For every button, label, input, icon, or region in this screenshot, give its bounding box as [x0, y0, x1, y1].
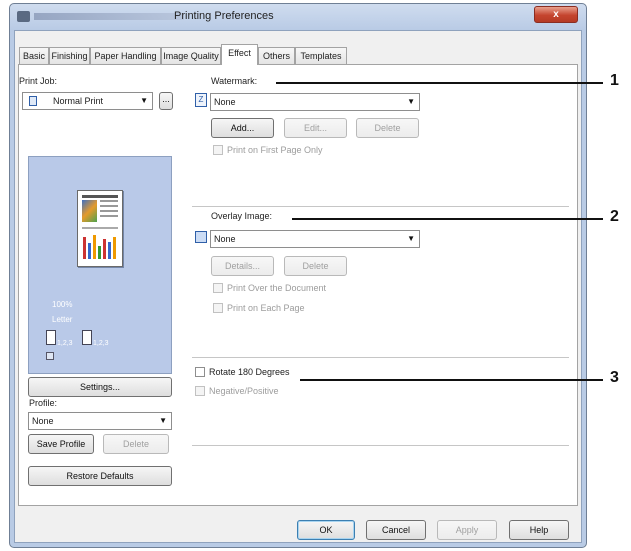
- print-each-page-label: Print on Each Page: [227, 303, 305, 313]
- tab-image-quality[interactable]: Image Quality: [161, 47, 221, 64]
- dropdown-arrow-icon: ▼: [159, 416, 167, 425]
- collate-icon: [46, 330, 56, 345]
- print-first-page-only-checkbox[interactable]: [213, 145, 223, 155]
- staple-icon: [82, 330, 92, 345]
- effect-tab-panel: Print Job: Normal Print ▼ ... 100% Lette…: [18, 64, 578, 506]
- overlay-image-label: Overlay Image:: [211, 211, 273, 221]
- callout-line-1: [276, 82, 603, 84]
- callout-line-2: [292, 218, 603, 220]
- zoom-level: 100%: [52, 300, 73, 309]
- print-job-value: Normal Print: [53, 96, 104, 106]
- duplex-icon: [46, 352, 54, 360]
- print-over-document-checkbox[interactable]: [213, 283, 223, 293]
- print-each-page-checkbox[interactable]: [213, 303, 223, 313]
- watermark-add-button[interactable]: Add...: [211, 118, 274, 138]
- divider: [192, 357, 569, 358]
- overlay-image-icon: [195, 231, 207, 243]
- overlay-details-button[interactable]: Details...: [211, 256, 274, 276]
- negative-positive-label: Negative/Positive: [209, 386, 279, 396]
- page-thumbnail: [77, 190, 123, 267]
- print-job-select[interactable]: Normal Print ▼: [22, 92, 153, 110]
- overlay-image-value: None: [214, 234, 236, 244]
- rotate-180-checkbox[interactable]: [195, 367, 205, 377]
- overlay-delete-button[interactable]: Delete: [284, 256, 347, 276]
- watermark-value: None: [214, 97, 236, 107]
- dialog-client: Basic Finishing Paper Handling Image Qua…: [14, 30, 582, 543]
- document-icon: [29, 96, 37, 106]
- tab-effect[interactable]: Effect: [221, 44, 258, 65]
- profile-label: Profile:: [29, 398, 58, 408]
- help-button[interactable]: Help: [509, 520, 569, 540]
- watermark-delete-button[interactable]: Delete: [356, 118, 419, 138]
- close-button[interactable]: x: [534, 6, 578, 23]
- cancel-button[interactable]: Cancel: [366, 520, 426, 540]
- tab-basic[interactable]: Basic: [19, 47, 49, 64]
- print-preview: 100% Letter 1,2,3 1,2,3: [28, 156, 172, 374]
- profile-value: None: [32, 416, 54, 426]
- printing-preferences-window: Printing Preferences x Basic Finishing P…: [9, 3, 587, 548]
- watermark-icon: Z: [195, 93, 207, 107]
- settings-button[interactable]: Settings...: [28, 377, 172, 397]
- overlay-image-select[interactable]: None ▼: [210, 230, 420, 248]
- window-title: Printing Preferences: [174, 10, 274, 22]
- apply-button[interactable]: Apply: [437, 520, 497, 540]
- dropdown-arrow-icon: ▼: [407, 234, 415, 243]
- print-job-more-button[interactable]: ...: [159, 92, 173, 110]
- dropdown-arrow-icon: ▼: [407, 97, 415, 106]
- print-job-label: Print Job:: [19, 76, 58, 86]
- tab-others[interactable]: Others: [258, 47, 295, 64]
- collate-order-b: 1,2,3: [93, 340, 109, 347]
- save-profile-button[interactable]: Save Profile: [28, 434, 94, 454]
- print-first-page-only-label: Print on First Page Only: [227, 145, 323, 155]
- divider: [192, 445, 569, 446]
- callout-line-3: [300, 379, 603, 381]
- divider: [192, 206, 569, 207]
- collate-order-a: 1,2,3: [57, 340, 73, 347]
- title-redacted-printer-name: [34, 13, 184, 20]
- tab-finishing[interactable]: Finishing: [49, 47, 90, 64]
- watermark-edit-button[interactable]: Edit...: [284, 118, 347, 138]
- watermark-select[interactable]: None ▼: [210, 93, 420, 111]
- printer-icon: [17, 11, 30, 22]
- profile-select[interactable]: None ▼: [28, 412, 172, 430]
- restore-defaults-button[interactable]: Restore Defaults: [28, 466, 172, 486]
- ok-button[interactable]: OK: [297, 520, 355, 540]
- dropdown-arrow-icon: ▼: [140, 96, 148, 105]
- tab-paper-handling[interactable]: Paper Handling: [90, 47, 161, 64]
- callout-number-1: 1: [610, 72, 619, 89]
- paper-size: Letter: [52, 315, 73, 324]
- print-over-document-label: Print Over the Document: [227, 283, 327, 293]
- title-bar: Printing Preferences x: [10, 4, 586, 30]
- watermark-label: Watermark:: [211, 76, 258, 86]
- callout-number-2: 2: [610, 208, 619, 225]
- rotate-180-label: Rotate 180 Degrees: [209, 367, 290, 377]
- callout-number-3: 3: [610, 369, 619, 386]
- negative-positive-checkbox[interactable]: [195, 386, 205, 396]
- tab-templates[interactable]: Templates: [295, 47, 347, 64]
- delete-profile-button[interactable]: Delete: [103, 434, 169, 454]
